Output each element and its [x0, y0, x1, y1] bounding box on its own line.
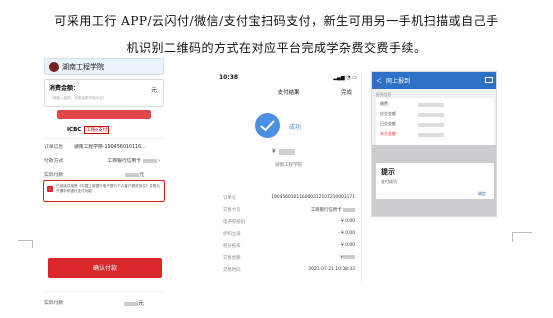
divider: [44, 138, 164, 139]
row-value: 元: [139, 173, 144, 178]
nav-bar: 支付结果 完成: [215, 86, 361, 97]
phone-screenshot-registration: ＜ 网上报到 报到信息 缴费 应交金额 已交金额 未交金额 提示 支付成功 确定: [371, 71, 497, 217]
amount: ¥: [272, 148, 295, 155]
detail-key: 订单号: [223, 196, 237, 201]
row-key: 实际付款: [44, 301, 64, 306]
detail-row: 订单号 190456010116000312107210003171: [223, 195, 355, 205]
crop-mark: [512, 232, 513, 242]
detail-value: 工商银行信用卡: [310, 208, 342, 213]
masked-value: [418, 103, 444, 107]
masked-amount: [278, 148, 295, 155]
detail-row: 积分抵扣 - ¥ 0.00: [223, 243, 355, 253]
detail-key: 交易卡号: [223, 208, 241, 213]
detail-value: 2021-07-21 10:38:33: [308, 267, 355, 272]
fee-unit: 元: [150, 87, 157, 94]
icbc-brand: ICBC 工银e支付: [67, 125, 157, 135]
document-page: 可采用工行 APP/云闪付/微信/支付宝扫码支付，新生可用另一手机扫描或自己手 …: [0, 0, 553, 318]
detail-key: 交易金额: [223, 256, 241, 261]
dialog-title: 提示: [381, 168, 395, 176]
fee-row: 应交金额: [380, 111, 490, 120]
school-logo-icon: [49, 61, 59, 72]
caption-line-1: 可采用工行 APP/云闪付/微信/支付宝扫码支付，新生可用另一手机扫描或自己手: [54, 14, 499, 28]
masked-amount: [343, 255, 355, 259]
fee-input-box[interactable]: 消费金额： 元 （请输入金额，消费金额不能为空）: [44, 79, 164, 107]
success-label: 成功: [289, 124, 302, 131]
masked-amount: [125, 172, 140, 177]
nav-title: 支付结果: [277, 90, 300, 96]
dialog-ok-button[interactable]: 确定: [478, 191, 486, 197]
status-icons: ▂▄▆ ◔ ▭: [333, 75, 357, 81]
agreement-text: 已阅读并接受《中国工商银行电子银行个人客户服务协议》并默认开通手机银行支付功能: [56, 184, 161, 193]
fee-submit-button[interactable]: [57, 110, 151, 119]
back-icon[interactable]: ＜: [376, 76, 382, 85]
fee-label: 消费金额：: [49, 85, 80, 92]
detail-row: 交易时间 2021-07-21 10:38:33: [223, 267, 355, 277]
fee-row-label: 缴费: [380, 101, 388, 106]
row-value: 元: [137, 300, 144, 307]
detail-key: 积分抵扣: [223, 244, 241, 249]
fee-row-label: 未交金额: [380, 131, 396, 136]
confirm-pay-button[interactable]: 确认付款: [48, 258, 162, 278]
detail-row: 电子券抵扣 - ¥ 0.00: [223, 219, 355, 229]
masked-amount: [123, 301, 138, 306]
header-title: 网上报到: [386, 78, 411, 85]
masked-value: [418, 113, 444, 117]
row-key: 实际付款: [44, 173, 64, 178]
fee-row: 未交金额: [380, 131, 490, 140]
row-key: 订单信息: [44, 145, 64, 150]
masked-card-number: [142, 158, 157, 163]
agreement-box[interactable]: ✓ 已阅读并接受《中国工商银行电子银行个人客户服务协议》并默认开通手机银行支付功…: [43, 180, 165, 202]
fee-tip: （请输入金额，消费金额不能为空）: [49, 96, 107, 100]
detail-row: 交易金额 ¥: [223, 255, 355, 265]
detail-value: 190456010116000312107210003171: [271, 195, 355, 200]
masked-card-number: [343, 207, 355, 212]
masked-value: [418, 133, 444, 137]
detail-key: 交易时间: [223, 268, 241, 273]
actual-pay-row: 实际付款 元: [44, 169, 164, 180]
school-name: 湖南工程学院: [62, 62, 104, 71]
icbc-logo: ICBC: [67, 127, 82, 133]
status-time: 10:38: [219, 74, 239, 81]
phone-screenshot-icbc-pay: 湖南工程学院 消费金额： 元 （请输入金额，消费金额不能为空） ICBC 工银e…: [37, 53, 173, 315]
order-info-row: 订单信息 湖南工程学院-190456010116...: [44, 141, 164, 152]
merchant-name: 湖南工程学院: [275, 163, 302, 168]
icbc-tag: 工银e支付: [84, 126, 110, 134]
detail-row: 折扣立减 - ¥ 0.00: [223, 231, 355, 241]
crop-mark: [18, 240, 32, 241]
done-button[interactable]: 完成: [341, 88, 352, 96]
row-value: 工商银行信用卡: [107, 159, 142, 164]
crop-mark: [512, 232, 532, 233]
detail-value: - ¥ 0.00: [338, 231, 355, 236]
fee-row: 已交金额: [380, 121, 490, 130]
bottom-pay-row: 实际付款 元: [44, 297, 164, 308]
divider: [44, 291, 164, 292]
alert-dialog: 提示 支付成功 确定: [376, 163, 494, 199]
detail-value: - ¥ 0.00: [338, 243, 355, 248]
menu-icon[interactable]: [485, 77, 493, 83]
detail-key: 折扣立减: [223, 232, 241, 237]
detail-key: 电子券抵扣: [223, 220, 245, 225]
fee-row-label: 应交金额: [380, 111, 396, 116]
detail-value: - ¥ 0.00: [338, 219, 355, 224]
agreement-checkbox[interactable]: ✓: [47, 186, 53, 192]
phone-screenshot-pay-result: 10:38 ▂▄▆ ◔ ▭ 支付结果 完成 成功 ¥ 湖南工程学院 订单号 190…: [215, 73, 362, 283]
school-header: 湖南工程学院: [44, 58, 164, 75]
masked-value: [418, 123, 444, 127]
row-key: 付款方式: [44, 159, 64, 164]
row-value: 湖南工程学院-190456010116...: [74, 145, 146, 150]
success-check-icon: [255, 113, 280, 138]
dialog-message: 支付成功: [381, 179, 397, 184]
fee-row: 缴费: [380, 101, 490, 110]
yen-sign: ¥: [272, 148, 276, 155]
pay-method-row[interactable]: 付款方式 工商银行信用卡 ›: [44, 155, 164, 166]
fee-row-label: 已交金额: [380, 121, 396, 126]
app-header: ＜ 网上报到: [372, 72, 496, 89]
detail-row: 交易卡号 工商银行信用卡: [223, 207, 355, 217]
crop-mark: [32, 240, 33, 248]
fee-card: 缴费 应交金额 已交金额 未交金额: [376, 98, 494, 145]
